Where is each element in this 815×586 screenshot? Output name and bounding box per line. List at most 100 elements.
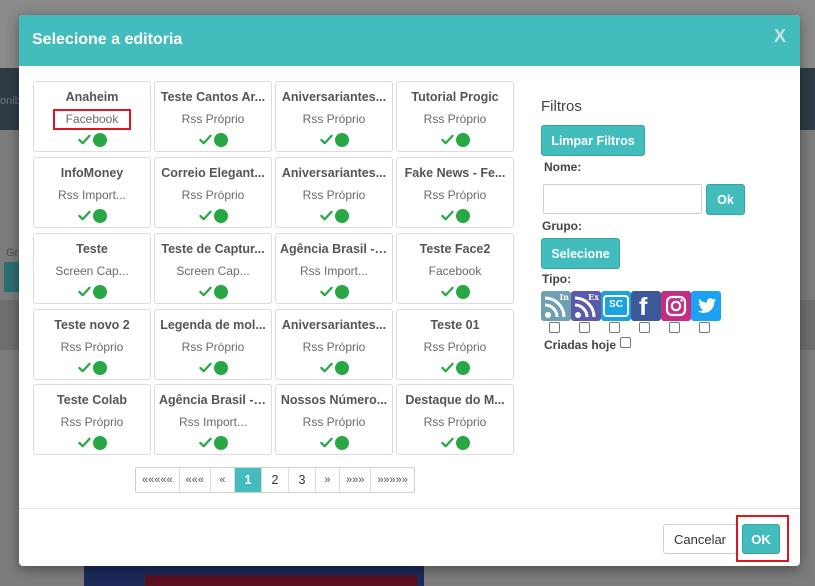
type-checkbox-instagram[interactable] [669,322,680,333]
check-icon [198,134,212,145]
editorial-card-source: Rss Próprio [423,415,487,429]
editorial-card-source: Rss Próprio [302,188,366,202]
page-next-button[interactable]: » [316,468,340,492]
active-status-icon [334,436,349,450]
active-status-icon [455,361,470,375]
editorial-card[interactable]: Aniversariantes... Rss Próprio [275,309,393,380]
active-status-icon [334,209,349,223]
editorial-card-status [155,209,271,223]
active-status-icon [92,285,107,299]
page-next-many-button[interactable]: »»» [340,468,372,492]
editorial-card[interactable]: Aniversariantes... Rss Próprio [275,157,393,228]
editorial-card-title: Fake News - Fe... [404,166,506,180]
editorial-card[interactable]: Aniversariantes... Rss Próprio [275,81,393,152]
editorial-card-status [397,285,513,299]
active-status-icon [92,209,107,223]
editorial-card[interactable]: InfoMoney Rss Import... [33,157,151,228]
type-checkbox-rss-in[interactable] [549,322,560,333]
active-status-icon [455,436,470,450]
editorial-card-title: Teste 01 [430,318,480,332]
facebook-badge: f [639,293,648,321]
ok-highlight-box [736,515,789,562]
active-status-icon [213,133,228,147]
editorial-card-title: Legenda de mol... [160,318,266,332]
type-checkbox-screen-capture[interactable] [609,322,620,333]
page-last-button[interactable]: »»»»» [371,468,414,492]
editorial-card[interactable]: Tutorial Progic Rss Próprio [396,81,514,152]
editorial-card-title: Aniversariantes... [281,166,387,180]
editorial-card[interactable]: Teste novo 2 Rss Próprio [33,309,151,380]
active-status-icon [455,133,470,147]
active-status-icon [455,285,470,299]
editorial-card[interactable]: Fake News - Fe... Rss Próprio [396,157,514,228]
active-status-icon [92,436,107,450]
editorial-card-source: Screen Cap... [55,264,129,278]
facebook-icon[interactable]: f [631,291,661,321]
type-checkbox-twitter[interactable] [699,322,710,333]
twitter-icon[interactable] [691,291,721,321]
active-status-icon [213,436,228,450]
editorial-card-status [155,133,271,147]
editorial-card[interactable]: Teste 01 Rss Próprio [396,309,514,380]
pagination: ««««« ««« « 1 2 3 » »»» »»»»» [135,467,415,493]
editorial-card-status [397,436,513,450]
page-1-button[interactable]: 1 [234,468,262,492]
editorial-card[interactable]: Destaque do M... Rss Próprio [396,384,514,455]
page-2-button[interactable]: 2 [262,468,289,492]
rss-ex-badge: Ex [588,292,599,302]
filters-title: Filtros [541,98,582,115]
editorial-card[interactable]: Correio Elegant... Rss Próprio [154,157,272,228]
active-status-icon [334,133,349,147]
instagram-icon[interactable] [661,291,691,321]
editorial-card-status [276,436,392,450]
name-input[interactable] [543,184,702,214]
name-ok-button[interactable]: Ok [706,184,745,215]
editorial-card[interactable]: Nossos Número... Rss Próprio [275,384,393,455]
editorial-card[interactable]: Agência Brasil - ... Rss Import... [154,384,272,455]
clear-filters-button[interactable]: Limpar Filtros [541,125,645,156]
editorial-card-source: Rss Import... [57,188,126,202]
editorial-card[interactable]: Teste Cantos Ar... Rss Próprio [154,81,272,152]
editorial-card-status [276,209,392,223]
created-today-row: Criadas hoje [544,336,650,352]
editorial-card[interactable]: Legenda de mol... Rss Próprio [154,309,272,380]
close-button[interactable]: X [774,26,786,47]
type-checkbox-facebook[interactable] [639,322,650,333]
editorial-card[interactable]: Teste de Captur... Screen Cap... [154,233,272,304]
rss-in-icon[interactable]: In [541,291,571,321]
editorial-card-status [276,285,392,299]
editorial-card-status [397,209,513,223]
rss-ex-icon[interactable]: Ex [571,291,601,321]
active-status-icon [213,285,228,299]
editorial-card[interactable]: Agência Brasil - ... Rss Import... [275,233,393,304]
active-status-icon [213,209,228,223]
active-status-icon [92,361,107,375]
editorial-card[interactable]: Anaheim Facebook [33,81,151,152]
screen-capture-icon[interactable]: SC [601,291,631,321]
editorial-card[interactable]: Teste Face2 Facebook [396,233,514,304]
page-first-button[interactable]: ««««« [136,468,180,492]
type-checkbox-rss-ex[interactable] [579,322,590,333]
page-3-button[interactable]: 3 [289,468,316,492]
modal-footer: Cancelar OK [19,508,800,566]
editorial-card-source: Facebook [428,264,482,278]
editorial-card-source: Rss Próprio [181,112,245,126]
editorial-card-status [276,133,392,147]
rss-in-badge: In [559,292,569,302]
editorial-card-status [34,361,150,375]
editorial-card[interactable]: Teste Colab Rss Próprio [33,384,151,455]
editorial-card-source: Rss Próprio [302,415,366,429]
editorial-card-title: InfoMoney [60,166,124,180]
editorial-card-source: Screen Cap... [176,264,250,278]
created-today-checkbox[interactable] [620,336,632,348]
editorial-card-source: Rss Próprio [181,188,245,202]
page-prev-button[interactable]: « [211,468,235,492]
group-select-button[interactable]: Selecione [541,238,620,269]
editorial-card[interactable]: Teste Screen Cap... [33,233,151,304]
check-icon [198,286,212,297]
editorial-card-title: Correio Elegant... [161,166,265,180]
active-status-icon [92,133,107,147]
cancel-button[interactable]: Cancelar [663,524,737,554]
page-prev-many-button[interactable]: ««« [180,468,211,492]
type-label: Tipo: [542,272,572,286]
